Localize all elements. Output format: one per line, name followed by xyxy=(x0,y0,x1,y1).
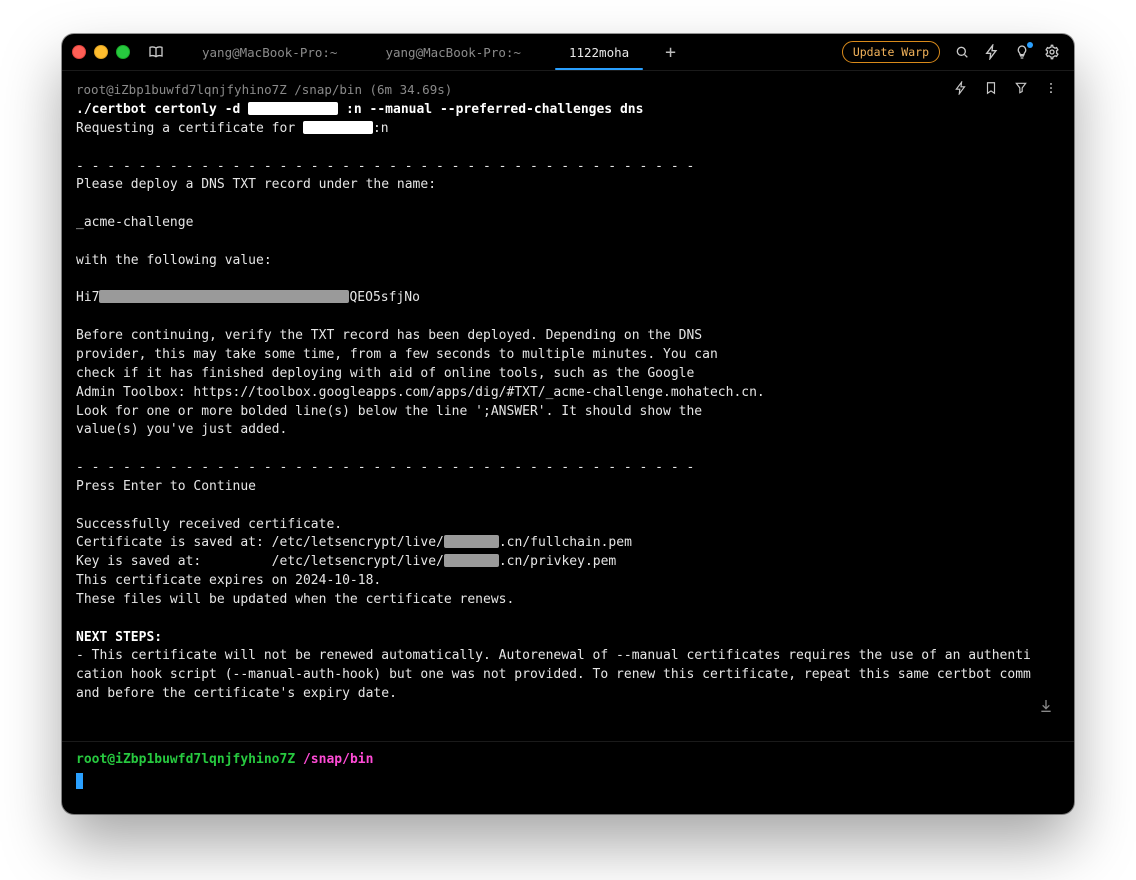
cursor-icon xyxy=(76,773,83,789)
next-steps-heading: NEXT STEPS: xyxy=(76,630,162,645)
new-tab-button[interactable]: + xyxy=(653,34,688,70)
separator-line: - - - - - - - - - - - - - - - - - - - - … xyxy=(76,159,694,174)
plus-icon: + xyxy=(665,42,676,63)
tab-label: yang@MacBook-Pro:~ xyxy=(385,45,520,60)
titlebar: yang@MacBook-Pro:~ yang@MacBook-Pro:~ 11… xyxy=(62,34,1074,71)
command-line: ./certbot certonly -d :n --manual --pref… xyxy=(76,102,643,117)
output-line: These files will be updated when the cer… xyxy=(76,592,514,607)
tab-label: 1122moha xyxy=(569,45,629,60)
search-icon[interactable] xyxy=(954,44,970,60)
maximize-window-button[interactable] xyxy=(116,45,130,59)
prompt-area[interactable]: root@iZbp1buwfd7lqnjfyhino7Z /snap/bin xyxy=(62,741,1074,814)
funnel-icon[interactable] xyxy=(1014,81,1030,97)
tab-2[interactable]: yang@MacBook-Pro:~ xyxy=(361,34,544,70)
toolbar-right: Update Warp xyxy=(842,41,1064,63)
prompt-path: /snap/bin xyxy=(303,752,373,767)
output-block: - This certificate will not be renewed a… xyxy=(76,648,1031,701)
tab-label: yang@MacBook-Pro:~ xyxy=(202,45,337,60)
download-icon[interactable] xyxy=(1038,698,1054,714)
block-path: root@iZbp1buwfd7lqnjfyhino7Z /snap/bin (… xyxy=(76,82,954,97)
redacted-suffix xyxy=(209,215,269,228)
output-line: _acme-challenge xyxy=(76,215,269,230)
redacted-domain xyxy=(303,121,373,134)
lightbulb-icon[interactable] xyxy=(1014,44,1030,60)
output-line: Please deploy a DNS TXT record under the… xyxy=(76,177,436,192)
redacted-domain xyxy=(444,535,499,548)
gear-icon[interactable] xyxy=(1044,44,1060,60)
terminal-window: yang@MacBook-Pro:~ yang@MacBook-Pro:~ 11… xyxy=(62,34,1074,814)
bolt-icon[interactable] xyxy=(984,44,1000,60)
close-window-button[interactable] xyxy=(72,45,86,59)
output-line: Press Enter to Continue xyxy=(76,479,256,494)
output-line: Key is saved at: /etc/letsencrypt/live/.… xyxy=(76,554,616,569)
traffic-lights xyxy=(72,45,130,59)
block-header: root@iZbp1buwfd7lqnjfyhino7Z /snap/bin (… xyxy=(62,71,1074,97)
tabs: yang@MacBook-Pro:~ yang@MacBook-Pro:~ 11… xyxy=(178,34,834,70)
separator-line: - - - - - - - - - - - - - - - - - - - - … xyxy=(76,460,694,475)
minimize-window-button[interactable] xyxy=(94,45,108,59)
terminal-output[interactable]: ./certbot certonly -d :n --manual --pref… xyxy=(62,97,1074,741)
tab-3[interactable]: 1122moha xyxy=(545,34,653,70)
bookmark-icon[interactable] xyxy=(984,81,1000,97)
notification-dot-icon xyxy=(1027,42,1033,48)
output-line: with the following value: xyxy=(76,253,272,268)
tab-1[interactable]: yang@MacBook-Pro:~ xyxy=(178,34,361,70)
redacted-token xyxy=(99,290,349,303)
output-line: Requesting a certificate for :n xyxy=(76,121,389,136)
output-line: Hi7QEO5sfjNo xyxy=(76,290,420,305)
output-block: Before continuing, verify the TXT record… xyxy=(76,328,765,437)
book-icon[interactable] xyxy=(148,44,164,60)
update-warp-button[interactable]: Update Warp xyxy=(842,41,940,63)
output-line: Certificate is saved at: /etc/letsencryp… xyxy=(76,535,632,550)
bolt-small-icon[interactable] xyxy=(954,81,970,97)
output-line: Successfully received certificate. xyxy=(76,517,342,532)
output-line: This certificate expires on 2024-10-18. xyxy=(76,573,381,588)
redacted-domain xyxy=(248,102,338,115)
redacted-domain xyxy=(444,554,499,567)
prompt-user: root@iZbp1buwfd7lqnjfyhino7Z xyxy=(76,752,295,767)
more-vertical-icon[interactable] xyxy=(1044,81,1060,97)
